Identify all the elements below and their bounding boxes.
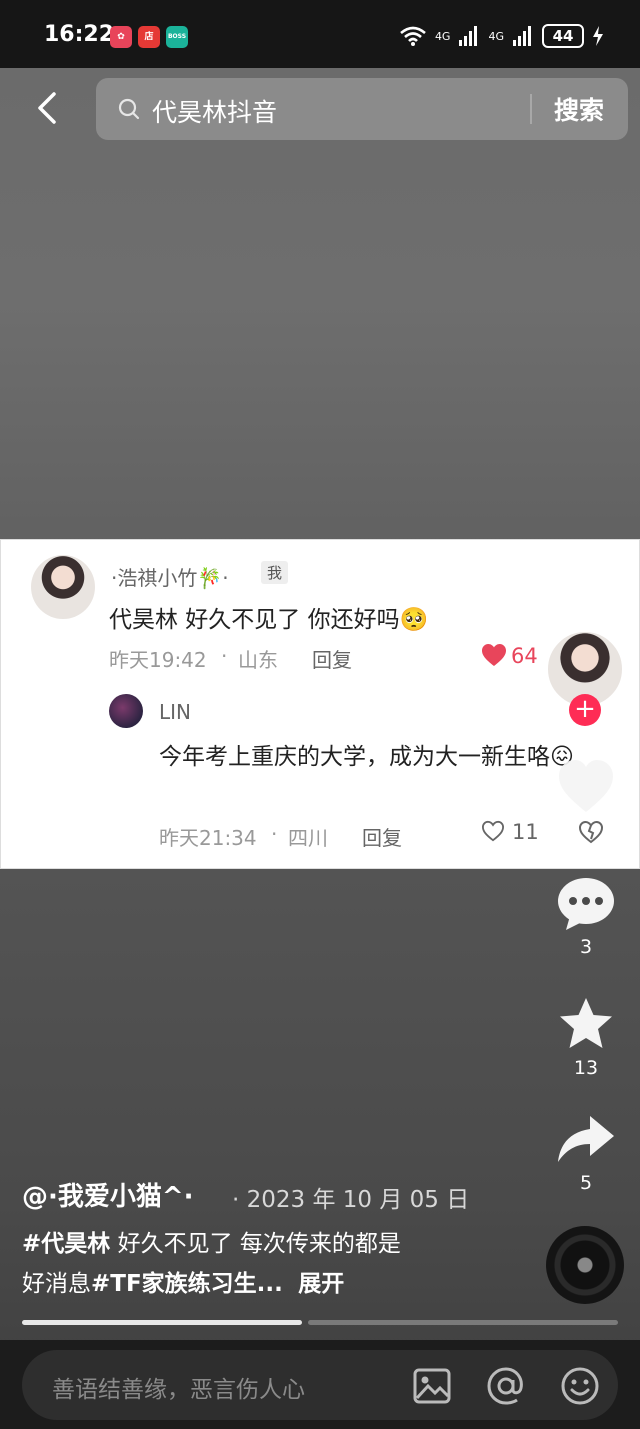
battery-indicator: 44 xyxy=(542,24,584,48)
progress-remaining[interactable] xyxy=(308,1320,618,1325)
share-count: 5 xyxy=(579,1172,593,1194)
comment-card: ·浩祺小竹🎋· 我 代昊林 好久不见了 你还好吗🥺 昨天19:42 · 山东 回… xyxy=(0,539,640,869)
bottom-bar: 善语结善缘，恶言伤人心 xyxy=(0,1340,640,1429)
signal-icon xyxy=(459,26,478,46)
comment-icon[interactable] xyxy=(556,876,616,932)
status-app-icon: ✿ xyxy=(110,26,132,48)
status-app-icon: BOSS xyxy=(166,26,188,48)
emoji-icon[interactable] xyxy=(560,1366,600,1406)
share-icon[interactable] xyxy=(556,1112,616,1168)
post-description: #代昊林 好久不见了 每次传来的都是 好消息#TF家族练习生... 展开 xyxy=(22,1224,522,1304)
image-icon[interactable] xyxy=(412,1366,452,1406)
favorite-count: 13 xyxy=(573,1057,599,1079)
status-time: 16:22 xyxy=(44,22,115,47)
follow-button[interactable]: + xyxy=(569,694,601,726)
status-app-icon: 店 xyxy=(138,26,160,48)
comment-text: 代昊林 好久不见了 你还好吗🥺 xyxy=(109,607,429,633)
reply-text: 今年考上重庆的大学，成为大一新生咯😖 xyxy=(159,744,574,770)
comment-input[interactable]: 善语结善缘，恶言伤人心 xyxy=(22,1350,618,1420)
post-date: · 2023 年 10 月 05 日 xyxy=(232,1187,470,1213)
me-badge: 我 xyxy=(261,561,289,584)
like-count: 64 xyxy=(511,644,538,668)
heart-icon[interactable] xyxy=(481,643,507,667)
search-input[interactable]: 代昊林抖音 xyxy=(152,93,277,129)
reply-username[interactable]: LIN xyxy=(159,700,191,724)
network-type: 4G xyxy=(488,29,504,43)
separator-dot: · xyxy=(221,644,228,668)
avatar[interactable] xyxy=(31,555,95,619)
post-text: 好消息 xyxy=(22,1271,91,1297)
mention-icon[interactable] xyxy=(486,1366,526,1406)
reply-time: 昨天21:34 xyxy=(159,826,257,850)
favorite-icon[interactable] xyxy=(556,996,616,1052)
signal-icon xyxy=(513,26,531,46)
search-icon xyxy=(118,98,140,120)
avatar[interactable] xyxy=(109,694,143,728)
comment-time: 昨天19:42 xyxy=(109,648,207,672)
hashtag[interactable]: #TF家族练习生... xyxy=(91,1271,283,1297)
post-author[interactable]: @·我爱小猫^· xyxy=(22,1176,194,1213)
comment-username[interactable]: ·浩祺小竹🎋· xyxy=(111,562,229,591)
search-bar[interactable]: 代昊林抖音 搜索 xyxy=(96,78,628,140)
back-icon[interactable] xyxy=(30,88,70,128)
comment-count: 3 xyxy=(579,936,593,958)
wifi-icon xyxy=(400,26,426,46)
comment-location: 山东 xyxy=(238,648,278,672)
status-indicators: 4G 4G 44 xyxy=(399,22,604,50)
charging-icon xyxy=(593,26,603,46)
like-count: 11 xyxy=(512,820,539,844)
search-button[interactable]: 搜索 xyxy=(554,91,604,127)
separator-dot: · xyxy=(271,822,278,846)
progress-played[interactable] xyxy=(22,1320,302,1325)
expand-button[interactable]: 展开 xyxy=(298,1271,344,1297)
divider xyxy=(530,94,532,124)
comment-placeholder: 善语结善缘，恶言伤人心 xyxy=(52,1377,305,1403)
heart-outline-icon[interactable] xyxy=(481,820,505,842)
network-type: 4G xyxy=(434,29,451,43)
post-text: 好久不见了 每次传来的都是 xyxy=(110,1231,401,1257)
status-bar: 16:22 ✿ 店 BOSS 4G 4G 44 xyxy=(0,0,640,68)
like-icon[interactable] xyxy=(556,758,616,814)
music-disc-icon[interactable] xyxy=(546,1226,624,1304)
dislike-icon[interactable] xyxy=(577,820,605,844)
reply-button[interactable]: 回复 xyxy=(312,644,352,673)
reply-location: 四川 xyxy=(288,826,328,850)
reply-button[interactable]: 回复 xyxy=(362,822,402,851)
hashtag[interactable]: #代昊林 xyxy=(22,1231,110,1257)
